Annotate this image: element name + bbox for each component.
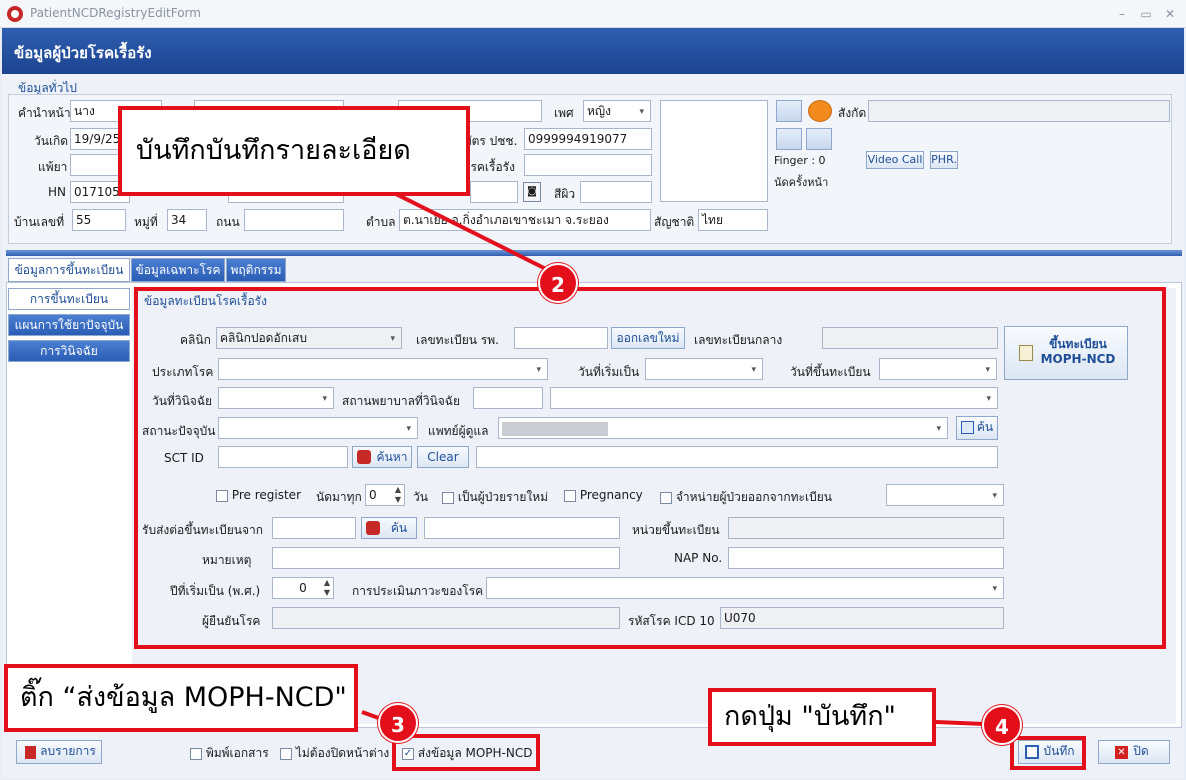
callout-tick-moph: ติ๊ก “ส่งข้อมูล MOPH-NCD" xyxy=(4,664,358,732)
callout-press-save: กดปุ่ม "บันทึก" xyxy=(708,688,936,746)
step-badge-3: 3 xyxy=(378,703,418,743)
step-badge-4: 4 xyxy=(982,705,1022,745)
step-badge-2: 2 xyxy=(538,263,578,303)
callout-save-detail: บันทึกบันทึกรายละเอียด xyxy=(118,106,470,196)
